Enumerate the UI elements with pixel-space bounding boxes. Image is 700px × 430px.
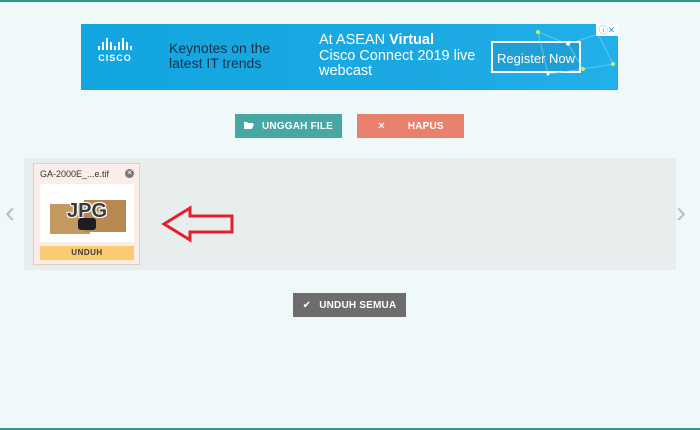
file-thumbnail: JPG — [40, 184, 134, 242]
cisco-logo: CISCO — [95, 38, 135, 74]
ad-tagline: Keynotes on the latest IT trends — [169, 40, 271, 71]
top-border — [0, 0, 700, 2]
logo-text: CISCO — [98, 53, 132, 63]
download-all-button[interactable]: ✔ UNDUH SEMUA — [293, 293, 406, 317]
delete-button[interactable]: ✕ HAPUS — [357, 114, 464, 138]
file-card: GA-2000E_...e.tif ✕ JPG UNDUH — [33, 163, 140, 265]
download-all-label: UNDUH SEMUA — [319, 299, 397, 311]
upload-file-button[interactable]: UNGGAH FILE — [235, 114, 342, 138]
folder-open-icon — [243, 121, 254, 132]
delete-label: HAPUS — [407, 120, 444, 132]
remove-file-icon[interactable]: ✕ — [125, 169, 134, 178]
check-icon: ✔ — [302, 299, 312, 311]
file-name: GA-2000E_...e.tif — [40, 169, 110, 179]
adchoices-icon[interactable]: ⓘ✕ — [596, 24, 618, 36]
ad-banner[interactable]: CISCO Keynotes on the latest IT trends A… — [81, 24, 618, 90]
chevron-left-icon[interactable]: ‹ — [5, 196, 15, 230]
chevron-right-icon[interactable]: › — [676, 196, 686, 230]
ad-event-text: At ASEAN Virtual Cisco Connect 2019 live … — [319, 32, 476, 79]
download-file-button[interactable]: UNDUH — [40, 246, 134, 260]
file-type-badge: JPG — [66, 200, 108, 222]
x-icon: ✕ — [377, 120, 386, 132]
red-arrow-annotation-icon — [161, 205, 234, 243]
upload-file-label: UNGGAH FILE — [261, 120, 334, 132]
